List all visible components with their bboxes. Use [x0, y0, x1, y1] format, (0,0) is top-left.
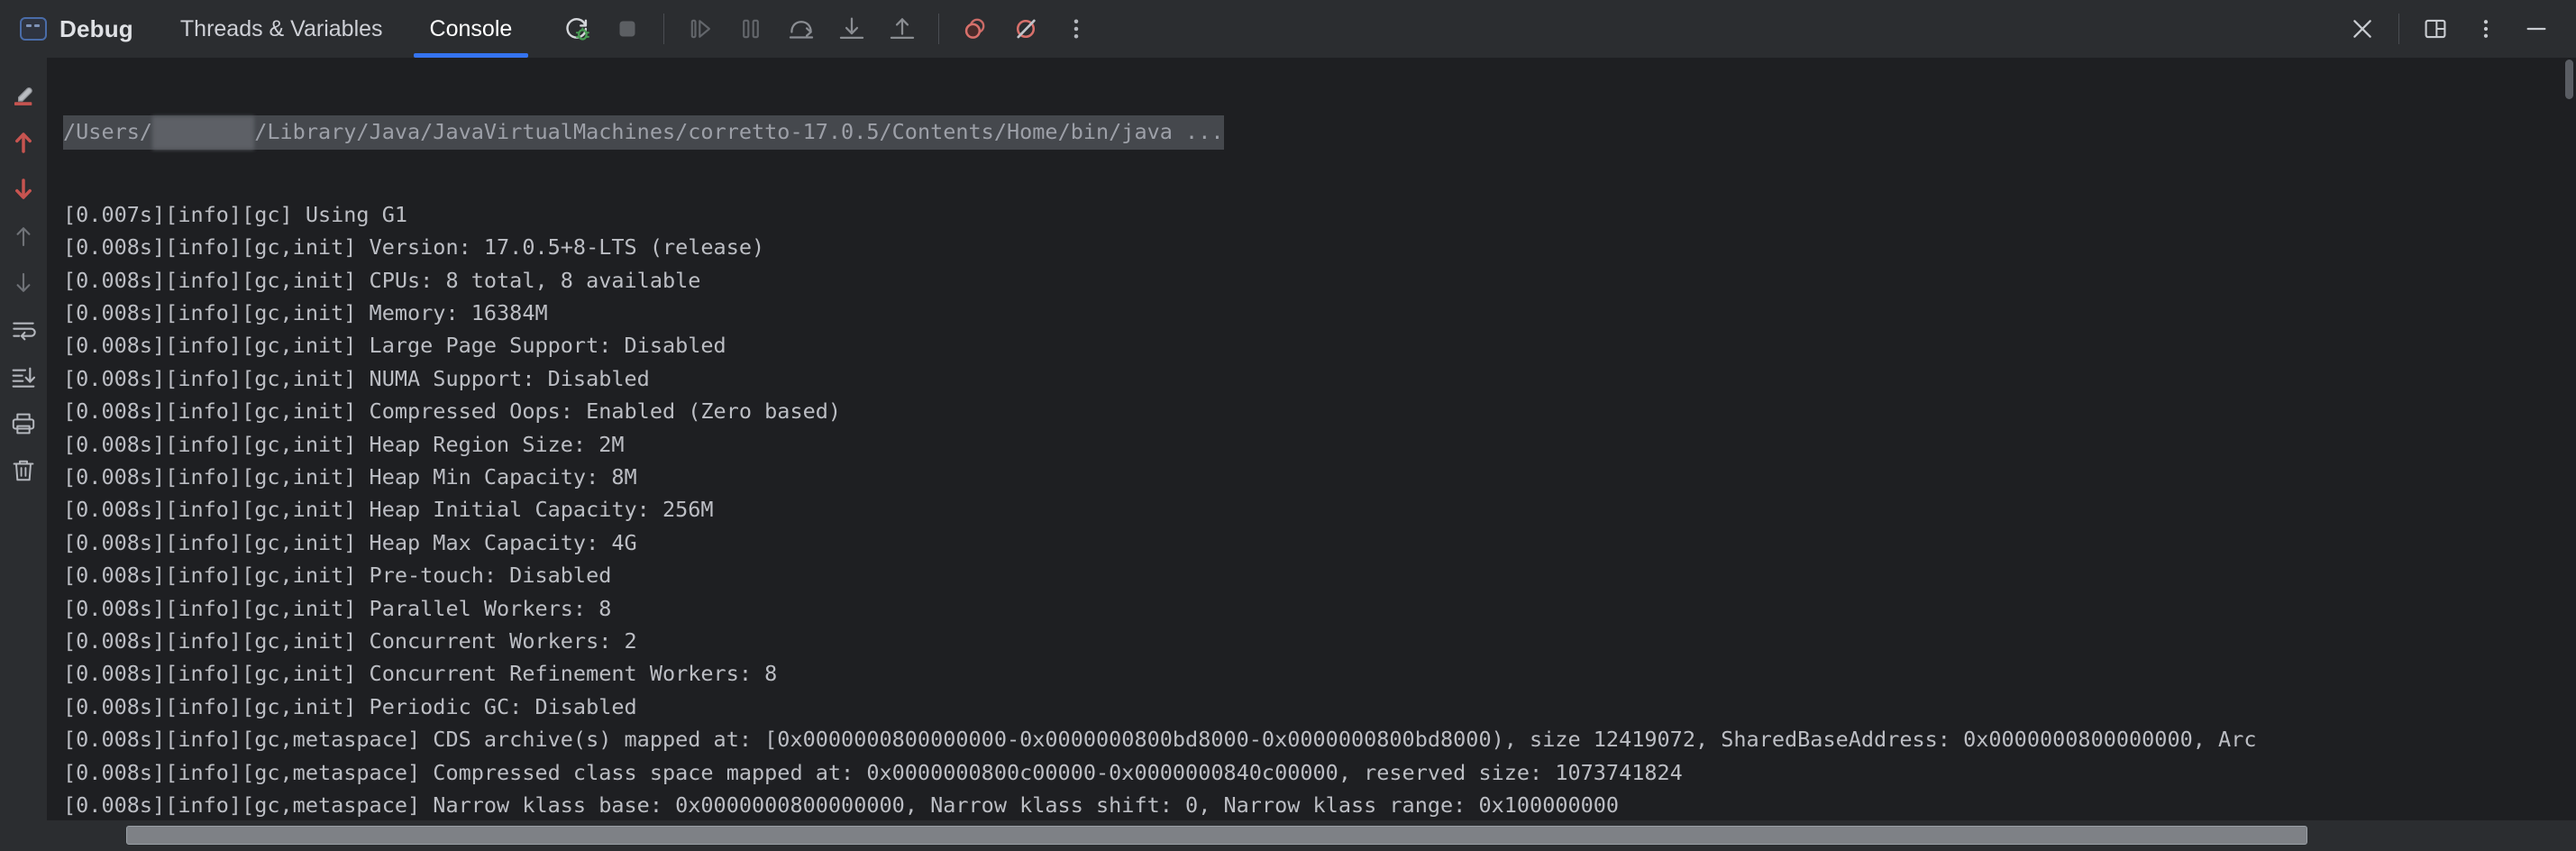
step-out-button[interactable] — [877, 4, 927, 54]
scroll-to-end-icon — [9, 362, 38, 391]
console-log-line: [0.008s][info][gc,init] Version: 17.0.5+… — [63, 234, 765, 261]
scrollbar-corner — [0, 820, 47, 851]
layout-settings-button[interactable] — [2410, 4, 2461, 54]
window-options-button[interactable] — [2461, 4, 2511, 54]
arrow-down-gray-icon — [9, 269, 38, 297]
step-out-icon — [887, 14, 918, 44]
scroll-to-end-button[interactable] — [0, 353, 47, 400]
console-command-line-host: /Users/███ ████/Library/Java/JavaVirtual… — [47, 115, 2576, 150]
arrow-up-red-icon — [9, 128, 38, 157]
debug-console-icon — [20, 17, 47, 41]
soft-wrap-button[interactable] — [0, 307, 47, 353]
scroll-up-button[interactable] — [0, 213, 47, 260]
print-icon — [9, 409, 38, 438]
console-log-line: [0.008s][info][gc,init] Heap Min Capacit… — [63, 463, 637, 490]
step-into-button[interactable] — [827, 4, 877, 54]
stop-button[interactable] — [602, 4, 653, 54]
minimize-icon — [2522, 14, 2551, 43]
console-log-line: [0.008s][info][gc,init] Compressed Oops:… — [63, 398, 842, 425]
rerun-debug-button[interactable] — [552, 4, 602, 54]
rerun-debug-icon — [562, 14, 592, 44]
view-breakpoints-button[interactable] — [950, 4, 1000, 54]
previous-occurrence-button[interactable] — [0, 119, 47, 166]
more-options-button[interactable] — [1051, 4, 1101, 54]
clear-all-button[interactable] — [0, 447, 47, 494]
console-log-line: [0.008s][info][gc,init] Memory: 16384M — [63, 299, 548, 325]
console-body: /Users/███ ████/Library/Java/JavaVirtual… — [0, 58, 2576, 820]
minimize-button[interactable] — [2511, 4, 2562, 54]
toolbar-divider-2 — [938, 14, 940, 44]
step-over-icon — [786, 14, 817, 44]
trash-icon — [9, 456, 38, 485]
view-breakpoints-icon — [960, 14, 991, 44]
console-gutter-toolbar — [0, 58, 47, 820]
step-over-button[interactable] — [776, 4, 827, 54]
highlighter-button[interactable] — [0, 72, 47, 119]
pause-program-icon — [735, 14, 766, 44]
close-button[interactable] — [2337, 4, 2388, 54]
resume-program-button[interactable] — [675, 4, 726, 54]
console-log-line: [0.008s][info][gc,init] Heap Region Size… — [63, 431, 625, 457]
more-vertical-icon — [2471, 14, 2500, 43]
debug-toolbar: Debug Threads & Variables Console — [0, 0, 2576, 58]
window-controls-divider — [2398, 14, 2399, 44]
toolbar-left-group: Debug Threads & Variables Console — [20, 0, 1101, 58]
vertical-scrollbar-thumb[interactable] — [2565, 59, 2573, 99]
console-log-line: [0.008s][info][gc,init] NUMA Support: Di… — [63, 365, 650, 391]
command-path-suffix: /Library/Java/JavaVirtualMachines/corret… — [254, 119, 1224, 144]
page-title: Debug — [59, 14, 133, 42]
console-log-line: [0.008s][info][gc,init] Heap Initial Cap… — [63, 497, 714, 523]
console-vertical-scrollbar[interactable] — [2563, 58, 2576, 820]
debug-title-chip: Debug — [20, 15, 157, 43]
close-icon — [2348, 14, 2377, 43]
console-log-line: [0.008s][info][gc,init] Parallel Workers… — [63, 595, 612, 621]
tab-console[interactable]: Console — [406, 0, 536, 58]
debug-console-window: Debug Threads & Variables Console /Users… — [0, 0, 2576, 851]
toolbar-divider — [663, 14, 665, 44]
console-command-line: /Users/███ ████/Library/Java/JavaVirtual… — [63, 115, 1224, 150]
step-into-icon — [836, 14, 867, 44]
resume-program-icon — [685, 14, 716, 44]
console-output-area[interactable]: /Users/███ ████/Library/Java/JavaVirtual… — [47, 58, 2576, 820]
soft-wrap-icon — [9, 316, 38, 344]
mute-breakpoints-button[interactable] — [1000, 4, 1051, 54]
more-options-icon — [1061, 14, 1092, 44]
arrow-up-gray-icon — [9, 222, 38, 251]
stop-icon — [612, 14, 643, 44]
layout-panel-icon — [2421, 14, 2450, 43]
console-log-line: [0.008s][info][gc,init] Concurrent Worke… — [63, 627, 637, 654]
console-log-line: [0.008s][info][gc,metaspace] Compressed … — [63, 759, 1683, 785]
arrow-down-red-icon — [9, 175, 38, 204]
console-log-line: [0.008s][info][gc,metaspace] Narrow klas… — [63, 792, 1620, 819]
console-log-line: [0.008s][info][gc,init] Periodic GC: Dis… — [63, 693, 637, 719]
horizontal-scrollbar-thumb[interactable] — [126, 826, 2307, 845]
console-lines: /Users/███ ████/Library/Java/JavaVirtual… — [47, 58, 2576, 820]
next-occurrence-button[interactable] — [0, 166, 47, 213]
console-log-line: [0.008s][info][gc,init] Heap Max Capacit… — [63, 529, 637, 555]
console-log-line: [0.008s][info][gc,init] Large Page Suppo… — [63, 333, 726, 359]
scroll-down-button[interactable] — [0, 260, 47, 307]
pause-program-button[interactable] — [726, 4, 776, 54]
tab-threads-and-variables[interactable]: Threads & Variables — [157, 0, 406, 58]
horizontal-scrollbar-track[interactable] — [47, 820, 2576, 851]
console-horizontal-scrollbar[interactable] — [0, 820, 2576, 851]
mute-breakpoints-icon — [1010, 14, 1041, 44]
highlighter-icon — [9, 81, 38, 110]
window-controls — [2337, 0, 2562, 58]
command-path-prefix: /Users/ — [63, 119, 153, 144]
console-log-line: [0.008s][info][gc,init] Concurrent Refin… — [63, 661, 778, 687]
console-log-line: [0.008s][info][gc,metaspace] CDS archive… — [63, 727, 2257, 753]
print-button[interactable] — [0, 400, 47, 447]
console-log-line: [0.008s][info][gc,init] Pre-touch: Disab… — [63, 563, 612, 589]
console-log-line: [0.007s][info][gc] Using G1 — [63, 201, 408, 227]
console-log-line: [0.008s][info][gc,init] CPUs: 8 total, 8… — [63, 267, 701, 293]
debug-action-buttons — [552, 0, 1101, 58]
redacted-username: ███ ████ — [152, 116, 255, 150]
